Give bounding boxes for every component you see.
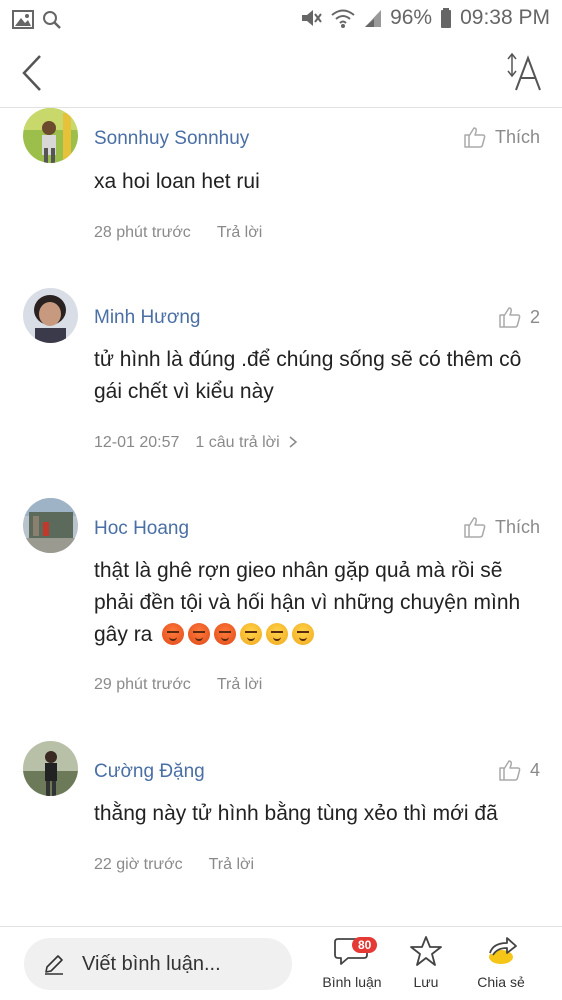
like-button[interactable]: 4 bbox=[498, 758, 540, 782]
angry-face-icon bbox=[162, 623, 185, 645]
status-bar: 96% 09:38 PM bbox=[0, 0, 562, 38]
comment-time: 12-01 20:57 bbox=[94, 434, 180, 451]
share-icon bbox=[489, 937, 517, 964]
reply-button[interactable]: Trả lời bbox=[217, 224, 262, 242]
comment-list[interactable]: Sonnhuy Sonnhuy Thích xa hoi loan het ru… bbox=[0, 108, 562, 926]
status-right: 96% 09:38 PM bbox=[300, 6, 550, 30]
comment-meta: 29 phút trước Trả lời bbox=[94, 676, 262, 694]
reply-button[interactable]: Trả lời bbox=[209, 856, 254, 874]
reply-button[interactable]: Trả lời bbox=[217, 676, 262, 694]
comment-time: 22 giờ trước bbox=[94, 856, 183, 873]
status-left-icons bbox=[12, 9, 68, 36]
app-bar bbox=[0, 38, 562, 108]
star-icon bbox=[410, 936, 442, 966]
comments-count-badge: 80 bbox=[352, 937, 378, 953]
battery-icon bbox=[441, 8, 452, 28]
triumph-face-icon bbox=[266, 623, 289, 645]
pencil-icon bbox=[45, 955, 63, 975]
signal-icon bbox=[365, 10, 382, 27]
image-icon bbox=[12, 10, 61, 29]
comment-text: xa hoi loan het rui bbox=[94, 170, 260, 193]
comment-time: 28 phút trước bbox=[94, 224, 191, 241]
comment-text: thằng này tử hình bằng tùng xẻo thì mới … bbox=[94, 802, 498, 825]
comment-author[interactable]: Cường Đặng bbox=[94, 761, 205, 783]
comments-button[interactable]: 80 Bình luận bbox=[316, 935, 388, 990]
like-count: 2 bbox=[529, 306, 540, 327]
avatar[interactable] bbox=[23, 498, 78, 553]
bottom-bar: Viết bình luận... 80 Bình luận Lưu Chia … bbox=[0, 926, 562, 1000]
write-comment-input[interactable]: Viết bình luận... bbox=[24, 938, 292, 990]
back-button[interactable] bbox=[16, 50, 52, 96]
wifi-icon bbox=[331, 9, 355, 28]
save-label: Lưu bbox=[413, 974, 439, 990]
comment-meta: 22 giờ trước Trả lời bbox=[94, 856, 254, 874]
save-button[interactable]: Lưu bbox=[390, 935, 462, 990]
triumph-face-icon bbox=[240, 623, 263, 645]
comment-meta: 12-01 20:57 1 câu trả lời bbox=[94, 434, 298, 452]
avatar[interactable] bbox=[23, 108, 78, 163]
comment-text: thật là ghê rợn gieo nhân gặp quả mà rồi… bbox=[94, 555, 539, 651]
like-count: 4 bbox=[529, 759, 540, 780]
comment-author[interactable]: Minh Hương bbox=[94, 307, 201, 329]
comments-label: Bình luận bbox=[322, 974, 382, 990]
avatar[interactable] bbox=[23, 741, 78, 796]
thumbs-up-icon bbox=[464, 127, 486, 148]
clock: 09:38 PM bbox=[460, 6, 550, 29]
comment-time: 29 phút trước bbox=[94, 676, 191, 693]
chevron-right-icon bbox=[289, 436, 298, 448]
like-button[interactable]: Thích bbox=[463, 515, 540, 539]
mute-icon bbox=[302, 10, 322, 26]
replies-label: 1 câu trả lời bbox=[195, 434, 280, 451]
battery-percent: 96% bbox=[390, 6, 433, 29]
avatar[interactable] bbox=[23, 288, 78, 343]
comment-author[interactable]: Sonnhuy Sonnhuy bbox=[94, 128, 249, 150]
comment-meta: 28 phút trước Trả lời bbox=[94, 224, 262, 242]
comment-author[interactable]: Hoc Hoang bbox=[94, 518, 189, 540]
angry-face-icon bbox=[188, 623, 211, 645]
share-button[interactable]: Chia sẻ bbox=[465, 935, 537, 990]
like-button[interactable]: Thích bbox=[463, 125, 540, 149]
write-comment-placeholder: Viết bình luận... bbox=[82, 952, 221, 975]
view-replies-button[interactable]: 1 câu trả lời bbox=[195, 434, 298, 452]
like-button[interactable]: 2 bbox=[498, 305, 540, 329]
chevron-left-icon bbox=[22, 55, 41, 91]
like-label: Thích bbox=[494, 126, 540, 147]
font-size-icon bbox=[507, 52, 541, 91]
thumbs-up-icon bbox=[499, 760, 521, 781]
emoji-row bbox=[162, 623, 318, 646]
thumbs-up-icon bbox=[499, 307, 521, 328]
angry-face-icon bbox=[214, 623, 237, 645]
share-label: Chia sẻ bbox=[477, 974, 525, 990]
font-size-button[interactable] bbox=[504, 50, 544, 96]
like-label: Thích bbox=[494, 516, 540, 537]
triumph-face-icon bbox=[292, 623, 315, 645]
comment-text: tử hình là đúng .để chúng sống sẽ có thê… bbox=[94, 348, 522, 403]
thumbs-up-icon bbox=[464, 517, 486, 538]
